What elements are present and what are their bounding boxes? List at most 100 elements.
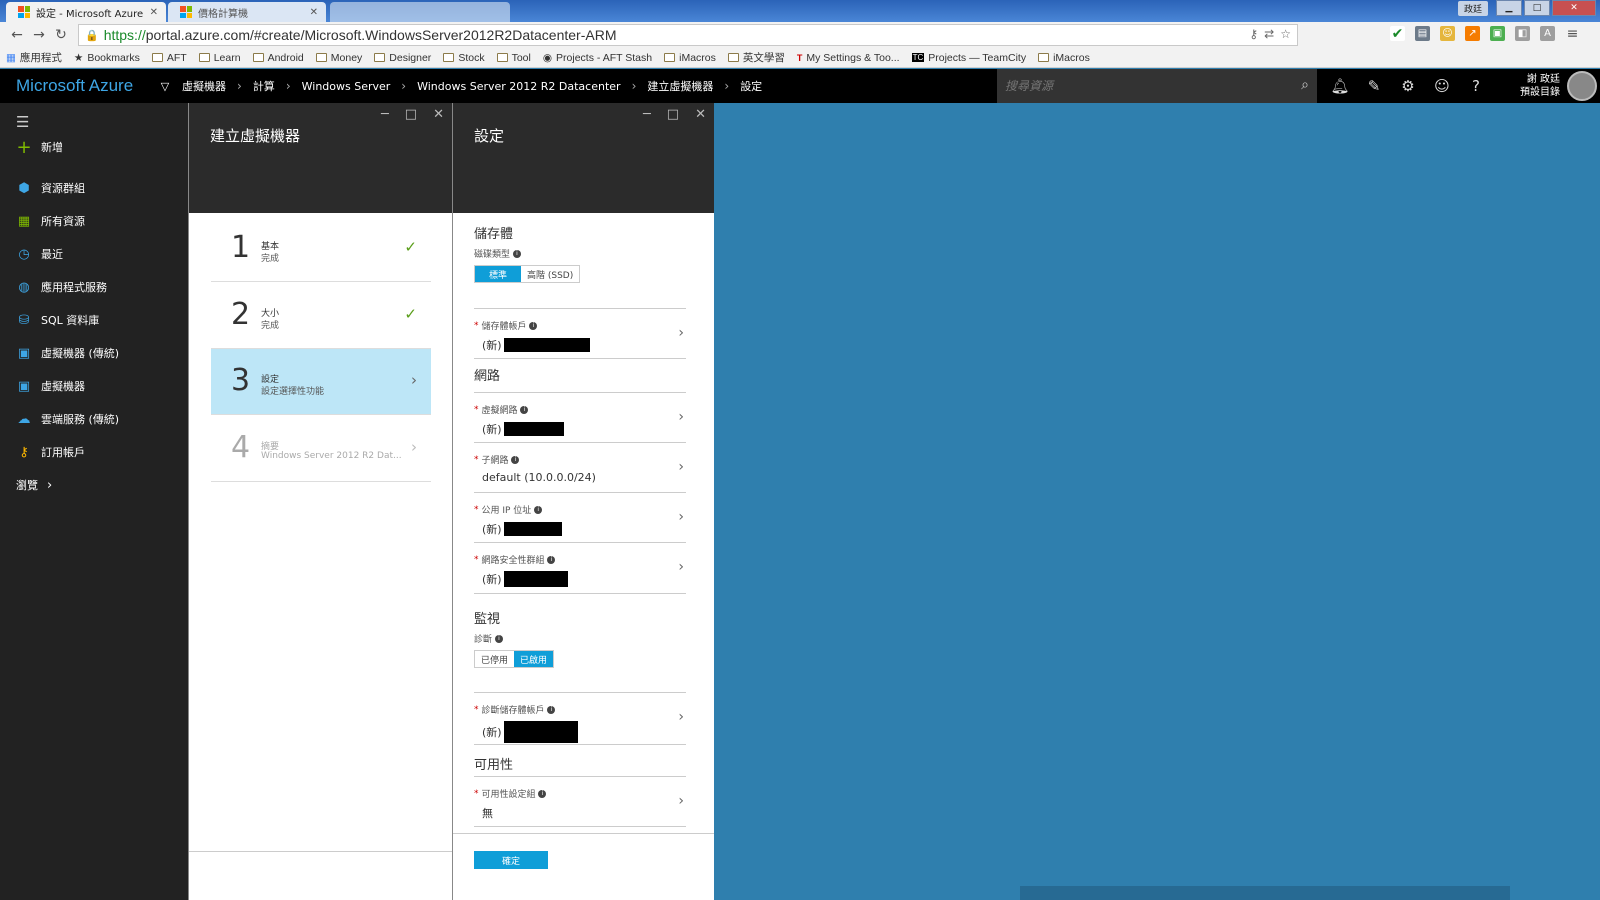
info-icon[interactable]: i [534,505,543,514]
avatar[interactable] [1567,71,1597,101]
nav-item-recent[interactable]: ◷ 最近 [16,246,63,262]
user-info[interactable]: 謝 政廷 預設目錄 [1500,73,1560,99]
browser-tab-blurred[interactable] [330,2,510,22]
check-extension-icon[interactable]: ✔ [1390,26,1405,42]
info-icon[interactable]: i [547,555,556,564]
windows-user-badge[interactable]: 政廷 [1457,1,1488,16]
window-close-button[interactable]: ✕ [1552,0,1596,16]
bell-icon[interactable]: 🔔︎ [1330,76,1350,96]
key-icon[interactable]: ⚷ [1249,27,1258,41]
bookmark-folder[interactable]: 英文學習 [727,50,785,65]
face-extension-icon[interactable]: ☺ [1440,26,1455,41]
nav-item-resource-groups[interactable]: ⬢ 資源群組 [16,180,85,196]
maximize-icon[interactable]: □ [405,107,417,122]
breadcrumb-item[interactable]: Windows Server [302,80,391,93]
address-bar[interactable]: 🔒 https:// portal.azure.com/#create/Micr… [78,24,1298,46]
info-icon[interactable]: i [538,789,547,798]
info-icon[interactable]: i [495,634,504,643]
bookmark-apps[interactable]: ▦ 應用程式 [6,50,62,65]
wizard-step-4[interactable]: 4 摘要 Windows Server 2012 R2 Dat... › [211,416,431,482]
disk-standard-option[interactable]: 標準 [475,266,521,282]
bookmark-item[interactable]: ★ Bookmarks [74,52,140,64]
info-icon[interactable]: i [520,405,529,414]
minimize-icon[interactable]: ─ [381,107,389,122]
wizard-step-1[interactable]: 1 基本 完成 ✓ [211,216,431,282]
bookmark-folder[interactable]: AFT [151,52,187,64]
menu-icon[interactable]: ≡ [1565,26,1580,42]
azure-brand[interactable]: Microsoft Azure [0,76,148,96]
close-icon[interactable]: ✕ [433,107,444,122]
browser-tab[interactable]: 價格計算機 ✕ [168,2,326,22]
nav-item-sql-database[interactable]: ⛁ SQL 資料庫 [16,312,100,328]
divider [453,833,714,834]
nav-new[interactable]: + 新增 [16,137,63,158]
close-icon[interactable]: ✕ [695,107,706,122]
smiley-icon[interactable]: ☺ [1432,76,1452,96]
bookmark-folder[interactable]: Money [315,52,362,64]
tab-close-icon[interactable]: ✕ [310,7,318,18]
maximize-button[interactable]: □ [1524,0,1550,16]
feed-extension-icon[interactable]: ↗ [1465,26,1480,41]
breadcrumb-item[interactable]: 計算 [253,78,275,94]
info-icon[interactable]: i [529,321,538,330]
diagnostics-enabled-option[interactable]: 已啟用 [514,651,554,667]
bookmark-folder[interactable]: iMacros [1038,52,1090,64]
info-icon[interactable]: i [513,249,522,258]
subnet-row[interactable]: * 子網路 i default (10.0.0.0/24) › [474,442,686,492]
info-icon[interactable]: i [547,705,556,714]
wizard-step-3[interactable]: 3 設定 設定選擇性功能 › [211,349,431,415]
info-icon[interactable]: i [511,455,520,464]
nav-item-app-services[interactable]: ◍ 應用程式服務 [16,279,107,295]
wizard-step-2[interactable]: 2 大小 完成 ✓ [211,283,431,349]
bookmark-folder[interactable]: Learn [198,52,241,64]
chevron-down-icon[interactable]: ▽ [148,80,182,93]
breadcrumb-item[interactable]: 虛擬機器 [182,78,226,94]
diagnostics-disabled-option[interactable]: 已停用 [475,651,515,667]
puzzle-extension-icon[interactable]: ◧ [1515,26,1530,41]
nav-item-cloud-services[interactable]: ☁ 雲端服務 (傳統) [16,411,120,427]
search-input[interactable] [1005,79,1275,93]
angular-extension-icon[interactable]: A [1540,26,1555,41]
help-icon[interactable]: ? [1466,76,1486,96]
browser-tab-active[interactable]: 設定 - Microsoft Azure ✕ [6,2,166,22]
breadcrumb-item[interactable]: Windows Server 2012 R2 Datacenter [417,80,620,93]
bookmark-folder[interactable]: Designer [374,52,431,64]
storage-account-row[interactable]: * 儲存體帳戶 i (新) › [474,308,686,358]
gear-icon[interactable]: ⚙ [1398,76,1418,96]
bookmark-folder[interactable]: Stock [443,52,485,64]
chart-extension-icon[interactable]: ▤ [1415,26,1430,41]
diagnostics-storage-row[interactable]: * 診斷儲存體帳戶 i (新) › [474,692,686,743]
virtual-network-row[interactable]: * 虛擬網路 i (新) › [474,392,686,442]
nav-item-subscriptions[interactable]: ⚷ 訂用帳戶 [16,444,85,460]
hamburger-menu-icon[interactable]: ☰ [16,113,29,131]
bookmark-folder[interactable]: Tool [496,52,531,64]
ok-button[interactable]: 確定 [474,851,548,869]
search-icon[interactable]: ⌕ [1301,77,1309,93]
translate-icon[interactable]: ⇄ [1264,27,1274,41]
pencil-icon[interactable]: ✎ [1364,76,1384,96]
bookmark-item[interactable]: T My Settings & Too... [797,52,900,64]
maximize-icon[interactable]: □ [667,107,679,122]
nav-item-vm-classic[interactable]: ▣ 虛擬機器 (傳統) [16,345,119,361]
back-arrow-icon[interactable]: ← [6,27,28,43]
public-ip-row[interactable]: * 公用 IP 位址 i (新) › [474,492,686,542]
nav-item-vm[interactable]: ▣ 虛擬機器 [16,378,85,394]
bookmark-folder[interactable]: iMacros [664,52,716,64]
breadcrumb-item[interactable]: 設定 [740,78,762,94]
disk-premium-option[interactable]: 高階 (SSD) [521,266,580,282]
shield-extension-icon[interactable]: ▣ [1490,26,1505,41]
nav-item-all-resources[interactable]: ▦ 所有資源 [16,213,85,229]
bookmark-item[interactable]: TC Projects — TeamCity [911,52,1026,64]
tab-close-icon[interactable]: ✕ [150,7,158,18]
minimize-button[interactable]: ▁ [1496,0,1522,16]
minimize-icon[interactable]: ─ [643,107,651,122]
nsg-row[interactable]: * 網路安全性群組 i (新) › [474,542,686,592]
nav-browse[interactable]: 瀏覽 › [16,477,52,493]
availability-set-row[interactable]: * 可用性設定組 i 無 › [474,776,686,826]
star-icon[interactable]: ☆ [1280,27,1291,41]
breadcrumb-item[interactable]: 建立虛擬機器 [647,78,713,94]
bookmark-item[interactable]: ◉ Projects - AFT Stash [543,52,652,64]
forward-arrow-icon[interactable]: → [28,27,50,43]
bookmark-folder[interactable]: Android [252,52,304,64]
reload-icon[interactable]: ↻ [50,27,72,43]
